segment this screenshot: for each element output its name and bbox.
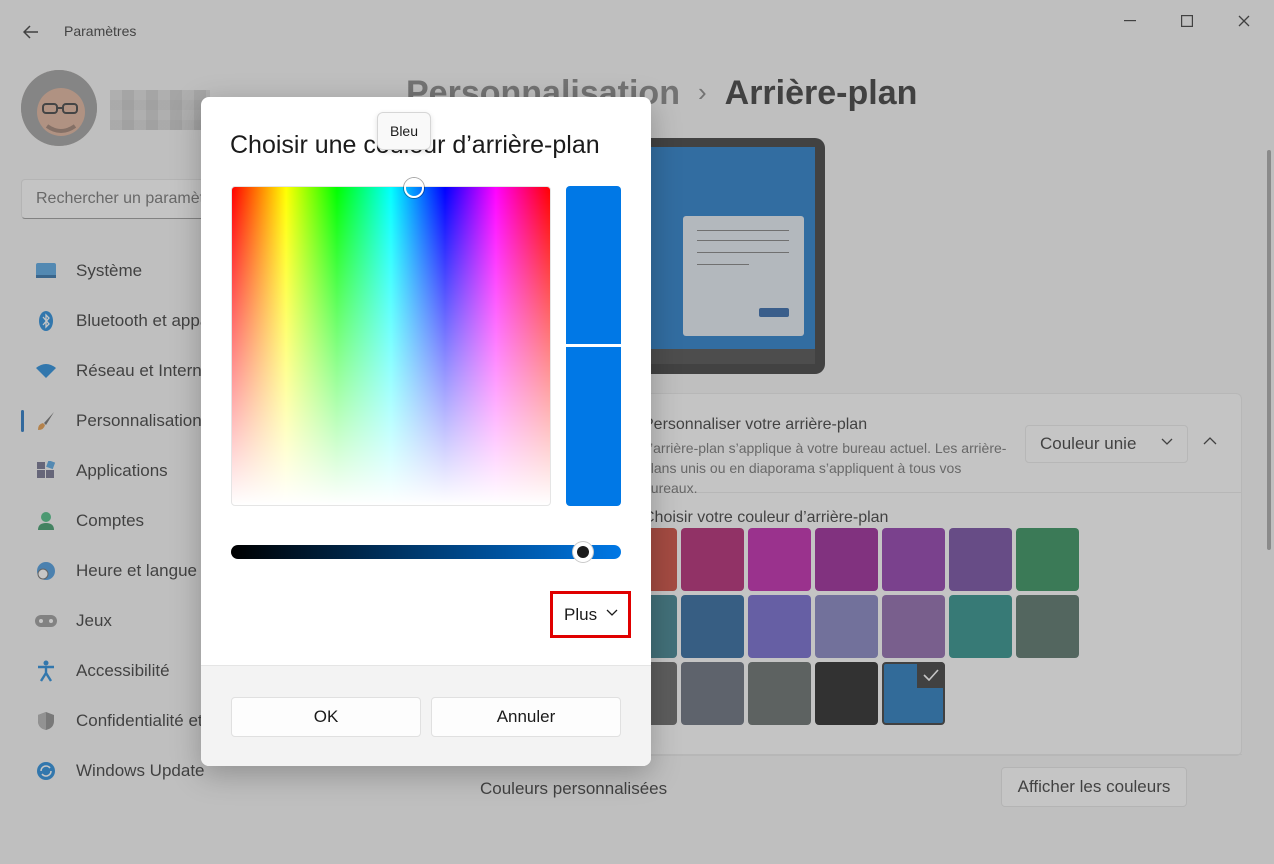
color-preview-new bbox=[566, 186, 621, 344]
color-name-tooltip: Bleu bbox=[377, 112, 431, 150]
brightness-slider[interactable] bbox=[231, 545, 621, 559]
spectrum-handle[interactable] bbox=[404, 178, 424, 198]
ok-button[interactable]: OK bbox=[231, 697, 421, 737]
more-button-label: Plus bbox=[564, 604, 598, 624]
dialog-footer: OK Annuler bbox=[201, 665, 651, 766]
scrollbar[interactable] bbox=[1267, 150, 1271, 550]
chevron-down-icon bbox=[606, 609, 618, 616]
color-spectrum[interactable] bbox=[231, 186, 551, 506]
color-preview-previous bbox=[566, 347, 621, 506]
color-picker-dialog: Choisir une couleur d’arrière-plan Plus … bbox=[201, 97, 651, 766]
more-button[interactable]: Plus bbox=[550, 591, 631, 638]
brightness-slider-thumb[interactable] bbox=[573, 542, 593, 562]
cancel-button[interactable]: Annuler bbox=[431, 697, 621, 737]
